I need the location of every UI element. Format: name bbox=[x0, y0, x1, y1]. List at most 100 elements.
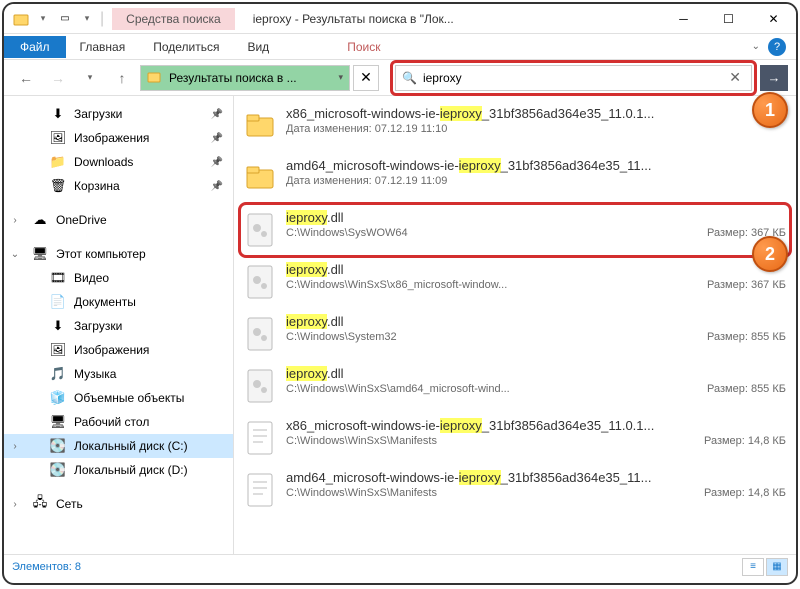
ribbon-search-tab[interactable]: Поиск bbox=[333, 36, 394, 58]
result-row[interactable]: x86_microsoft-windows-ie-ieproxy_31bf385… bbox=[234, 100, 796, 152]
folder-icon: 🗑 bbox=[50, 178, 66, 194]
breadcrumb-stop-button[interactable]: ✕ bbox=[353, 65, 379, 91]
qat-dropdown2-icon[interactable]: ▾ bbox=[78, 10, 96, 28]
file-icon bbox=[244, 262, 276, 302]
search-clear-button[interactable]: ✕ bbox=[725, 69, 745, 86]
result-name: ieproxy.dll bbox=[286, 210, 786, 225]
result-name: x86_microsoft-windows-ie-ieproxy_31bf385… bbox=[286, 106, 786, 121]
search-input[interactable] bbox=[423, 71, 725, 85]
file-icon bbox=[244, 366, 276, 406]
sidebar-item-quick[interactable]: 🖼Изображения bbox=[4, 126, 233, 150]
sidebar-item-quick[interactable]: ⬇Загрузки bbox=[4, 102, 233, 126]
sidebar-item-label: Музыка bbox=[74, 367, 116, 381]
ribbon-expand-icon[interactable]: ⌄ bbox=[752, 41, 760, 52]
nav-back-button[interactable]: ← bbox=[12, 64, 40, 92]
result-meta-right: Размер: 367 КБ bbox=[707, 279, 786, 291]
view-icons-button[interactable]: ▦ bbox=[766, 558, 788, 576]
results-list: x86_microsoft-windows-ie-ieproxy_31bf385… bbox=[234, 96, 796, 554]
sidebar-item-label: Сеть bbox=[56, 497, 83, 511]
statusbar: Элементов: 8 ≡ ▦ bbox=[4, 554, 796, 578]
sidebar-item-drive[interactable]: 🎞Видео bbox=[4, 266, 233, 290]
chevron-right-icon[interactable]: › bbox=[8, 215, 22, 226]
chevron-right-icon[interactable]: › bbox=[8, 441, 22, 452]
ribbon-share-tab[interactable]: Поделиться bbox=[139, 36, 233, 58]
sidebar-item-drive[interactable]: 🖼Изображения bbox=[4, 338, 233, 362]
navbar: ← → ▾ ↑ Результаты поиска в ... ▾ ✕ 🔍 ✕ … bbox=[4, 60, 796, 96]
result-row[interactable]: ieproxy.dll C:\Windows\System32 Размер: 8… bbox=[234, 308, 796, 360]
breadcrumb-dropdown-icon[interactable]: ▾ bbox=[338, 72, 343, 83]
file-icon bbox=[244, 418, 276, 458]
sidebar-item-label: OneDrive bbox=[56, 213, 107, 227]
chevron-right-icon[interactable]: › bbox=[8, 499, 22, 510]
sidebar-item-label: Изображения bbox=[74, 131, 149, 145]
annotation-badge-1: 1 bbox=[752, 92, 788, 128]
sidebar-item-label: Downloads bbox=[74, 155, 133, 169]
result-meta-left: C:\Windows\WinSxS\x86_microsoft-window..… bbox=[286, 279, 507, 291]
properties-icon[interactable]: ▭ bbox=[56, 10, 74, 28]
sidebar-item-quick[interactable]: 📁 Downloads bbox=[4, 150, 233, 174]
sidebar-item-drive[interactable]: ⬇Загрузки bbox=[4, 314, 233, 338]
result-meta-right: Размер: 855 КБ bbox=[707, 331, 786, 343]
result-meta-right: Размер: 14,8 КБ bbox=[704, 487, 786, 499]
sidebar-item-label: Объемные объекты bbox=[74, 391, 184, 405]
status-text: Элементов: 8 bbox=[12, 561, 81, 573]
ribbon-view-tab[interactable]: Вид bbox=[233, 36, 283, 58]
chevron-down-icon[interactable]: ⌄ bbox=[8, 249, 22, 260]
search-go-button[interactable]: → bbox=[760, 65, 788, 91]
view-details-button[interactable]: ≡ bbox=[742, 558, 764, 576]
drive-icon: 🖼 bbox=[50, 342, 66, 358]
result-meta-left: C:\Windows\System32 bbox=[286, 331, 397, 343]
annotation-badge-2: 2 bbox=[752, 236, 788, 272]
sidebar-item-drive[interactable]: 📄Документы bbox=[4, 290, 233, 314]
minimize-button[interactable]: ─ bbox=[661, 4, 706, 34]
sidebar-item-drive[interactable]: 🎵 Музыка bbox=[4, 362, 233, 386]
breadcrumb[interactable]: Результаты поиска в ... ▾ bbox=[140, 65, 350, 91]
result-row[interactable]: ieproxy.dll C:\Windows\WinSxS\x86_micros… bbox=[234, 256, 796, 308]
result-row[interactable]: amd64_microsoft-windows-ie-ieproxy_31bf3… bbox=[234, 464, 796, 516]
drive-icon: 🖥 bbox=[50, 414, 66, 430]
ribbon: Файл Главная Поделиться Вид Поиск ⌄ ? bbox=[4, 34, 796, 60]
sidebar-item-label: Локальный диск (C:) bbox=[74, 439, 188, 453]
sidebar-item-network[interactable]: › 🖧 Сеть bbox=[4, 492, 233, 516]
sidebar-item-drive[interactable]: ›💽Локальный диск (C:) bbox=[4, 434, 233, 458]
sidebar-item-drive[interactable]: 💽Локальный диск (D:) bbox=[4, 458, 233, 482]
result-meta-left: C:\Windows\WinSxS\amd64_microsoft-wind..… bbox=[286, 383, 510, 395]
file-icon bbox=[244, 106, 276, 146]
network-icon: 🖧 bbox=[32, 496, 48, 512]
sidebar-item-label: Загрузки bbox=[74, 319, 122, 333]
search-box[interactable]: 🔍 ✕ bbox=[395, 65, 752, 91]
result-row[interactable]: amd64_microsoft-windows-ie-ieproxy_31bf3… bbox=[234, 152, 796, 204]
pc-icon: 🖥 bbox=[32, 246, 48, 262]
contextual-tab-header: Средства поиска bbox=[112, 8, 235, 30]
close-button[interactable]: ✕ bbox=[751, 4, 796, 34]
result-row[interactable]: x86_microsoft-windows-ie-ieproxy_31bf385… bbox=[234, 412, 796, 464]
result-meta-left: C:\Windows\WinSxS\Manifests bbox=[286, 487, 437, 499]
result-row[interactable]: ieproxy.dll C:\Windows\SysWOW64Размер: 3… bbox=[234, 204, 796, 256]
sidebar-item-thispc[interactable]: ⌄🖥Этот компьютер bbox=[4, 242, 233, 266]
sidebar-item-label: Загрузки bbox=[74, 107, 122, 121]
folder-icon: 📁 bbox=[50, 154, 66, 170]
ribbon-file-tab[interactable]: Файл bbox=[4, 36, 66, 58]
ribbon-home-tab[interactable]: Главная bbox=[66, 36, 140, 58]
nav-recent-icon[interactable]: ▾ bbox=[76, 64, 104, 92]
result-meta-left: C:\Windows\SysWOW64 bbox=[286, 227, 408, 239]
drive-icon: 🎞 bbox=[50, 270, 66, 286]
result-meta-left: C:\Windows\WinSxS\Manifests bbox=[286, 435, 437, 447]
result-row[interactable]: ieproxy.dll C:\Windows\WinSxS\amd64_micr… bbox=[234, 360, 796, 412]
breadcrumb-text: Результаты поиска в ... bbox=[169, 71, 297, 85]
sidebar-item-drive[interactable]: 🖥Рабочий стол bbox=[4, 410, 233, 434]
sidebar-item-drive[interactable]: 🧊Объемные объекты bbox=[4, 386, 233, 410]
file-icon bbox=[244, 158, 276, 198]
sidebar-item-quick[interactable]: 🗑Корзина bbox=[4, 174, 233, 198]
drive-icon: 🎵 bbox=[50, 366, 66, 382]
sidebar-item-onedrive[interactable]: ›☁OneDrive bbox=[4, 208, 233, 232]
result-name: ieproxy.dll bbox=[286, 314, 786, 329]
nav-forward-button[interactable]: → bbox=[44, 64, 72, 92]
breadcrumb-icon bbox=[147, 70, 163, 86]
result-name: ieproxy.dll bbox=[286, 366, 786, 381]
nav-up-button[interactable]: ↑ bbox=[108, 64, 136, 92]
drive-icon: 💽 bbox=[50, 462, 66, 478]
qat-dropdown-icon[interactable]: ▾ bbox=[34, 10, 52, 28]
help-icon[interactable]: ? bbox=[768, 38, 786, 56]
maximize-button[interactable]: ☐ bbox=[706, 4, 751, 34]
